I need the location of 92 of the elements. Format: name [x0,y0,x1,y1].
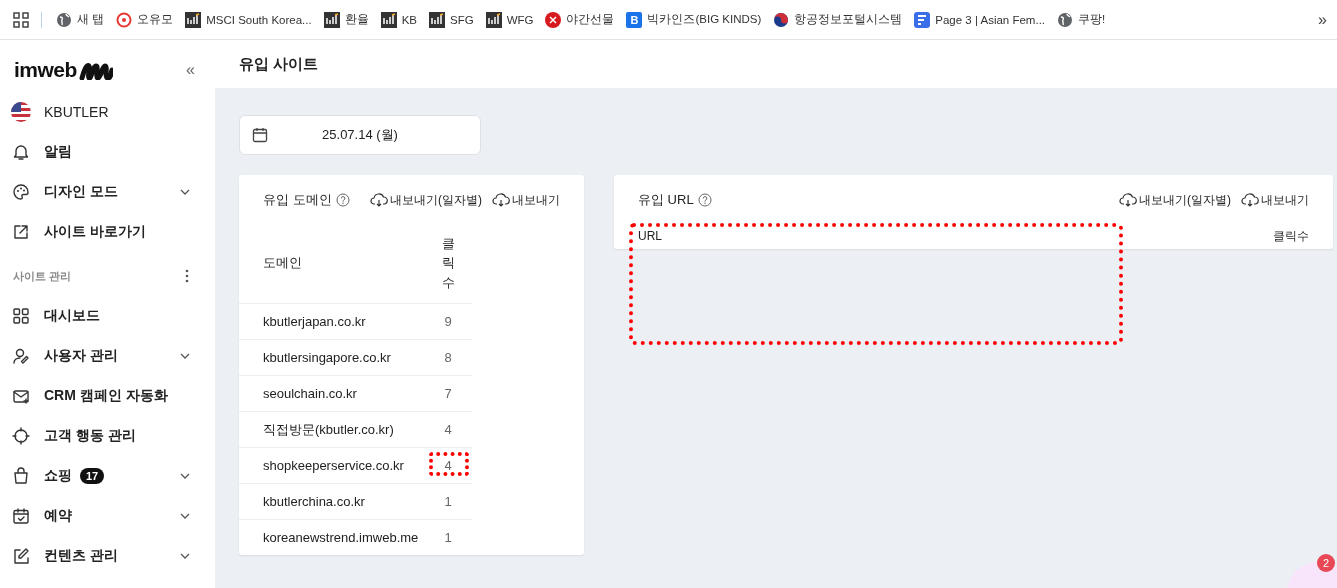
bookmark[interactable]: Page 3 | Asian Fem... [908,11,1052,28]
account-item[interactable]: KBUTLER [0,92,215,132]
panel-title: 유입 도메인 [263,191,332,209]
table-cell: 직접방문(kbutler.co.kr) [239,411,436,448]
table-cell: kbutlerchina.co.kr [239,483,436,520]
chevron-down-icon [179,551,191,561]
chart-logo-icon [185,11,202,28]
bookmark[interactable]: 쿠팡! [1051,11,1112,28]
chevron-down-icon [179,351,191,361]
bookmark[interactable]: 오유모 [110,11,180,28]
chevron-down-icon [179,187,191,197]
column-header: 도메인 [239,223,436,304]
chart-logo-icon [323,11,340,28]
ring-icon [116,11,133,28]
globe-icon [56,11,72,28]
flag-icon [11,102,31,122]
bookmark[interactable]: SFG [423,11,480,28]
chevron-down-icon [179,471,191,481]
table-cell: 1 [436,519,472,555]
bookmark[interactable]: B 빅카인즈(BIG KINDS) [620,11,768,28]
chart-logo-icon [429,11,445,28]
table-cell: 7 [436,375,472,412]
sidebar-item[interactable]: CRM 캠페인 자동화 [0,376,215,416]
table-cell: 8 [436,339,472,376]
export-button[interactable]: 내보내기(일자별) [1109,191,1231,209]
sidebar-item[interactable]: 디자인 모드 [0,172,215,212]
cloud-download-icon [1241,192,1259,208]
sidebar-item[interactable]: 컨텐츠 관리 [0,536,215,576]
sidebar-item[interactable]: 쇼핑 17 [0,456,215,496]
collapse-button[interactable]: « [186,61,195,79]
document-icon [914,11,931,28]
calendar-icon [12,507,30,525]
sidebar-item[interactable]: 사용자 관리 [0,336,215,376]
bookmark[interactable]: 야간선물 [539,11,621,28]
taegeuk-icon [773,11,790,28]
table-cell: seoulchain.co.kr [239,375,436,412]
seal-icon [545,11,562,28]
cloud-download-icon [1119,192,1137,208]
logo: imweb [14,58,77,82]
section-heading: 사이트 관리 [13,268,73,284]
palette-icon [12,183,30,201]
bookmark[interactable]: WFG [479,11,540,28]
export-button[interactable]: 내보내기 [482,191,560,209]
column-header: URL [638,229,662,243]
column-header: 클릭수 [1273,227,1309,245]
table-cell: 4 [436,411,472,448]
column-header: 클릭수 [436,223,472,304]
chart-logo-icon [485,11,502,28]
table-cell: 1 [436,483,472,520]
table-cell: koreanewstrend.imweb.me [239,519,436,555]
table-cell: kbutlersingapore.co.kr [239,339,436,376]
sidebar-item[interactable]: 예약 [0,496,215,536]
table-cell: shopkeeperservice.co.kr [239,447,436,484]
bookmark[interactable]: 항공정보포털시스템 [767,11,909,28]
count-badge: 17 [80,468,105,484]
bag-icon [12,467,30,485]
chart-logo-icon [380,11,397,28]
bookmark[interactable]: MSCI South Korea... [179,11,318,28]
more-icon [185,269,189,283]
sidebar-item[interactable]: 사이트 바로가기 [0,212,215,252]
external-link-icon [12,223,30,241]
table-cell: 4 [436,447,472,484]
target-icon [12,427,30,445]
globe-icon [1057,11,1074,28]
edit-icon [12,547,30,565]
export-button[interactable]: 내보내기(일자별) [360,191,482,209]
table-cell: 9 [436,303,472,340]
apps-icon [13,11,29,28]
bell-icon [12,143,30,161]
panel-title: 유입 URL [638,191,694,209]
cloud-download-icon [370,192,388,208]
date-picker[interactable]: 25.07.14 (월) [239,115,481,155]
more-bookmarks-button[interactable]: » [1312,10,1333,29]
sidebar-item[interactable]: 대시보드 [0,296,215,336]
logo-mark-icon [78,60,113,80]
cloud-download-icon [492,192,510,208]
sidebar-item[interactable]: 알림 [0,132,215,172]
sidebar-item[interactable]: 고객 행동 관리 [0,416,215,456]
calendar-icon [252,127,268,143]
bookmark[interactable]: KB [374,11,423,28]
bookmark[interactable]: 환율 [317,11,375,28]
export-button[interactable]: 내보내기 [1231,191,1309,209]
page-title: 유입 사이트 [215,40,1337,88]
mail-icon [12,387,30,405]
bookmark[interactable]: 새 탭 [50,11,111,28]
user-edit-icon [12,347,30,365]
table-cell: kbutlerjapan.co.kr [239,303,436,340]
help-icon [335,193,350,207]
grid-icon [12,307,30,325]
help-icon [697,193,712,207]
letter-icon: B [626,11,643,28]
chevron-down-icon [179,511,191,521]
